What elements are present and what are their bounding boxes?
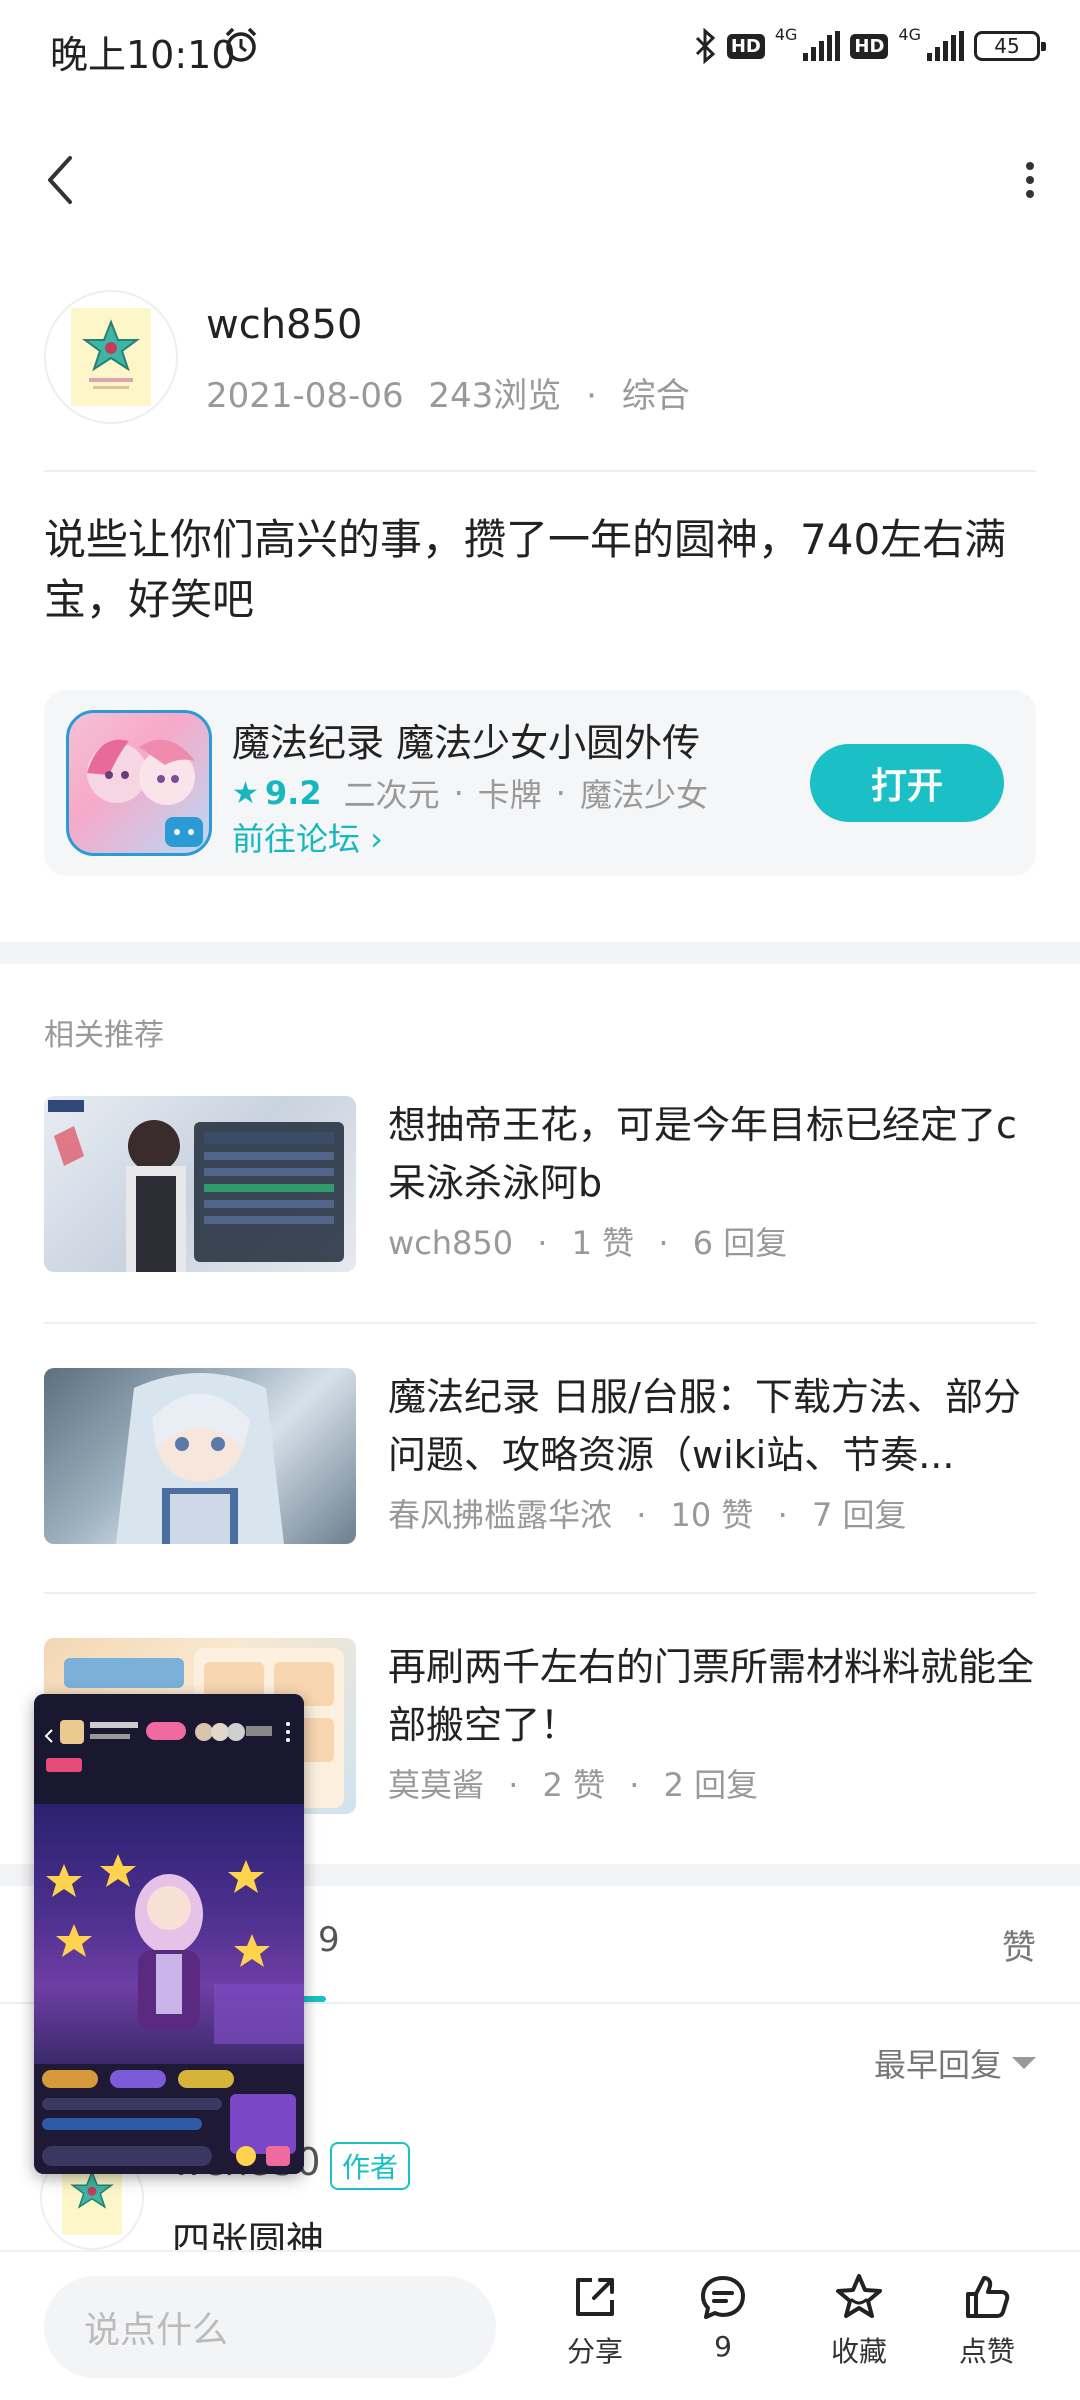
meta-separator: · [586,376,597,416]
list-item[interactable]: 想抽帝王花，可是今年目标已经定了c呆泳杀泳阿b wch850 · 1 赞 · 6… [44,1096,1036,1272]
signal-icon [803,31,841,61]
thumbnail [44,1096,356,1272]
rec-likes: 10 赞 [670,1496,754,1534]
tag-separator: · [453,774,464,812]
game-icon [66,710,212,856]
rec-author: 春风拂槛露华浓 [388,1496,613,1534]
favorite-label: 收藏 [830,2335,887,2368]
meta-separator: · [629,1766,640,1804]
hd-badge-2: HD [850,33,889,59]
rec-author: 莫莫酱 [388,1766,485,1804]
rec-meta: 春风拂槛露华浓 · 10 赞 · 7 回复 [388,1490,1036,1536]
bottom-action-bar: 说点什么 分享 9 收藏 点赞 [0,2250,1080,2400]
list-item[interactable]: 魔法纪录 日服/台服：下载方法、部分问题、攻略资源（wiki站、节奏... 春风… [44,1368,1036,1544]
post-meta: 2021-08-06 243浏览 · 综合 [206,368,690,417]
video-header [34,1694,304,1804]
share-label: 分享 [566,2335,623,2368]
signal-icon-2 [927,31,964,61]
star-icon: ★ [232,775,259,811]
comments-button[interactable]: 9 [668,2270,778,2363]
comments-count: 9 [714,2330,732,2363]
divider [44,470,1036,472]
rec-replies: 7 回复 [811,1496,907,1534]
network-type-2: 4G [898,24,921,44]
rec-likes: 2 赞 [542,1766,606,1804]
share-icon [576,2278,614,2316]
post-body: 说些让你们高兴的事，攒了一年的圆神，740左右满宝，好笑吧 [44,515,1007,624]
meta-separator: · [777,1496,788,1534]
sort-label: 最早回复 [873,2046,1002,2084]
game-tag: 二次元 [343,776,440,814]
author-avatar[interactable] [44,290,178,424]
tab-replies[interactable]: 9 [318,1920,340,1960]
rec-author: wch850 [388,1224,514,1262]
rec-heading: 魔法纪录 日服/台服：下载方法、部分问题、攻略资源（wiki站、节奏... [388,1375,1021,1477]
divider [44,1322,1036,1324]
comment-input[interactable]: 说点什么 [44,2276,496,2378]
star-outline-icon [836,2274,882,2318]
caret-down-icon [1012,2057,1036,2069]
rec-likes: 1 赞 [571,1224,635,1262]
rec-replies: 2 回复 [663,1766,759,1804]
game-tag: 魔法少女 [579,776,708,814]
game-title: 魔法纪录 魔法少女小圆外传 [232,721,701,765]
like-label: 点赞 [958,2335,1015,2368]
rec-heading: 想抽帝王花，可是今年目标已经定了c呆泳杀泳阿b [388,1103,1017,1205]
rec-meta: 莫莫酱 · 2 赞 · 2 回复 [388,1760,1036,1806]
author-name[interactable]: wch850 [206,302,362,348]
share-button[interactable]: 分享 [540,2270,650,2370]
thumbs-up-icon [966,2276,1010,2318]
meta-separator: · [537,1224,548,1262]
battery-level: 45 [994,34,1020,58]
post-date: 2021-08-06 [206,376,404,416]
divider [44,1592,1036,1594]
game-tag: 卡牌 [477,776,542,814]
tab-likes[interactable]: 赞 [1002,1920,1036,1969]
game-rating: 9.2 [264,774,322,812]
alarm-icon [225,27,257,62]
meta-separator: · [636,1496,647,1534]
more-icon[interactable] [1020,160,1040,200]
network-type: 4G [774,24,798,44]
post-category: 综合 [621,376,690,416]
back-icon[interactable] [40,150,80,210]
meta-separator: · [508,1766,519,1804]
status-bar: 晚上10:10 HD 4G HD 4G 45 [0,0,1080,96]
video-controls [34,2064,304,2174]
meta-separator: · [658,1224,669,1262]
section-separator [0,942,1080,964]
recommendations-title: 相关推荐 [44,1018,164,1053]
rec-meta: wch850 · 1 赞 · 6 回复 [388,1218,1036,1264]
rec-replies: 6 回复 [692,1224,788,1262]
forum-link[interactable]: 前往论坛 › [232,814,383,860]
game-meta: ★ 9.2 二次元 · 卡牌 · 魔法少女 [232,770,708,816]
hd-badge: HD [726,33,765,59]
status-time: 晚上10:10 [50,33,236,77]
open-button[interactable]: 打开 [810,744,1004,822]
game-card[interactable]: 魔法纪录 魔法少女小圆外传 ★ 9.2 二次元 · 卡牌 · 魔法少女 前往论坛… [44,690,1036,876]
bluetooth-icon [695,28,716,64]
post-views: 243浏览 [428,376,562,416]
video-stage [34,1804,304,2064]
thumbnail [44,1368,356,1544]
battery-icon: 45 [974,31,1046,61]
sort-dropdown[interactable]: 最早回复 [874,2040,1036,2086]
tag-separator: · [555,774,566,812]
comment-icon [701,2276,745,2319]
favorite-button[interactable]: 收藏 [804,2270,914,2370]
status-icons: HD 4G HD 4G 45 [693,24,1046,64]
author-badge: 作者 [330,2142,411,2190]
rec-heading: 再刷两千左右的门票所需材料料就能全部搬空了！ [388,1645,1035,1747]
like-button[interactable]: 点赞 [932,2270,1042,2370]
floating-video-window[interactable] [34,1694,304,2174]
